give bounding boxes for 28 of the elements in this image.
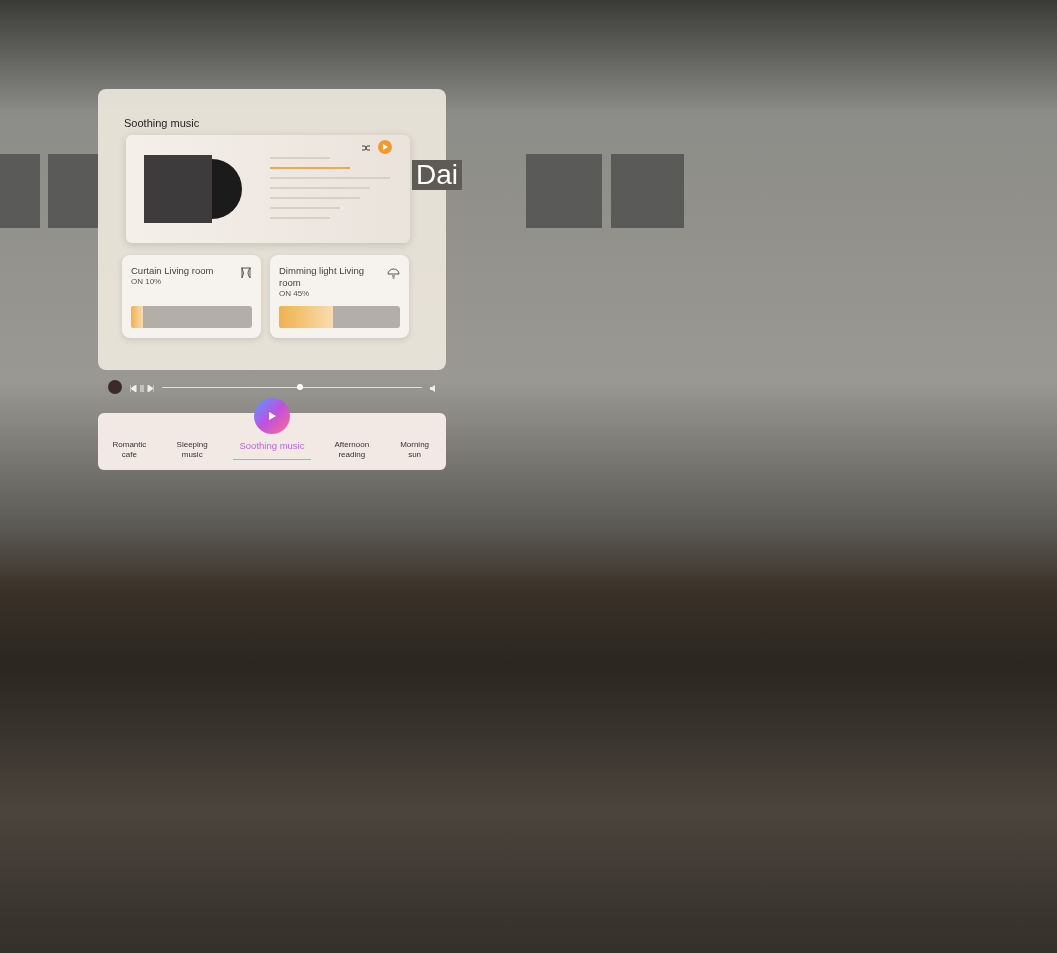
scene-tab[interactable]: Afternoon reading (329, 440, 374, 460)
device-status: ON 10% (131, 277, 163, 286)
album-title: Dai (412, 160, 462, 190)
album-cover[interactable] (48, 154, 98, 228)
slider-fill[interactable] (131, 306, 144, 328)
progress-thumb[interactable] (296, 383, 303, 390)
playback-controls-icon[interactable] (130, 385, 154, 392)
device-status: ON 45% (279, 289, 311, 298)
scene-tab[interactable]: Morning sun (392, 440, 437, 460)
scene-tab[interactable]: Romantic cafe (107, 440, 152, 460)
play-button[interactable] (378, 140, 392, 154)
scene-tab[interactable]: Sleeping music (170, 440, 215, 460)
slider-fill[interactable] (279, 306, 334, 328)
volume-icon[interactable] (430, 385, 438, 392)
album-cover[interactable] (526, 154, 602, 228)
slider-track[interactable] (131, 306, 252, 328)
play-icon (382, 144, 388, 150)
play-icon (267, 411, 277, 421)
slider-track[interactable] (279, 306, 400, 328)
shuffle-icon[interactable] (362, 144, 370, 152)
curtain-icon (240, 267, 252, 279)
panel-title: Soothing music (124, 117, 201, 129)
lamp-icon (387, 267, 400, 279)
device-name: Curtain Living room (131, 265, 214, 277)
album-cover (144, 155, 212, 223)
device-name: Dimming light Living room (279, 265, 365, 289)
album-cover[interactable] (611, 154, 684, 228)
album-cover[interactable] (0, 154, 40, 228)
